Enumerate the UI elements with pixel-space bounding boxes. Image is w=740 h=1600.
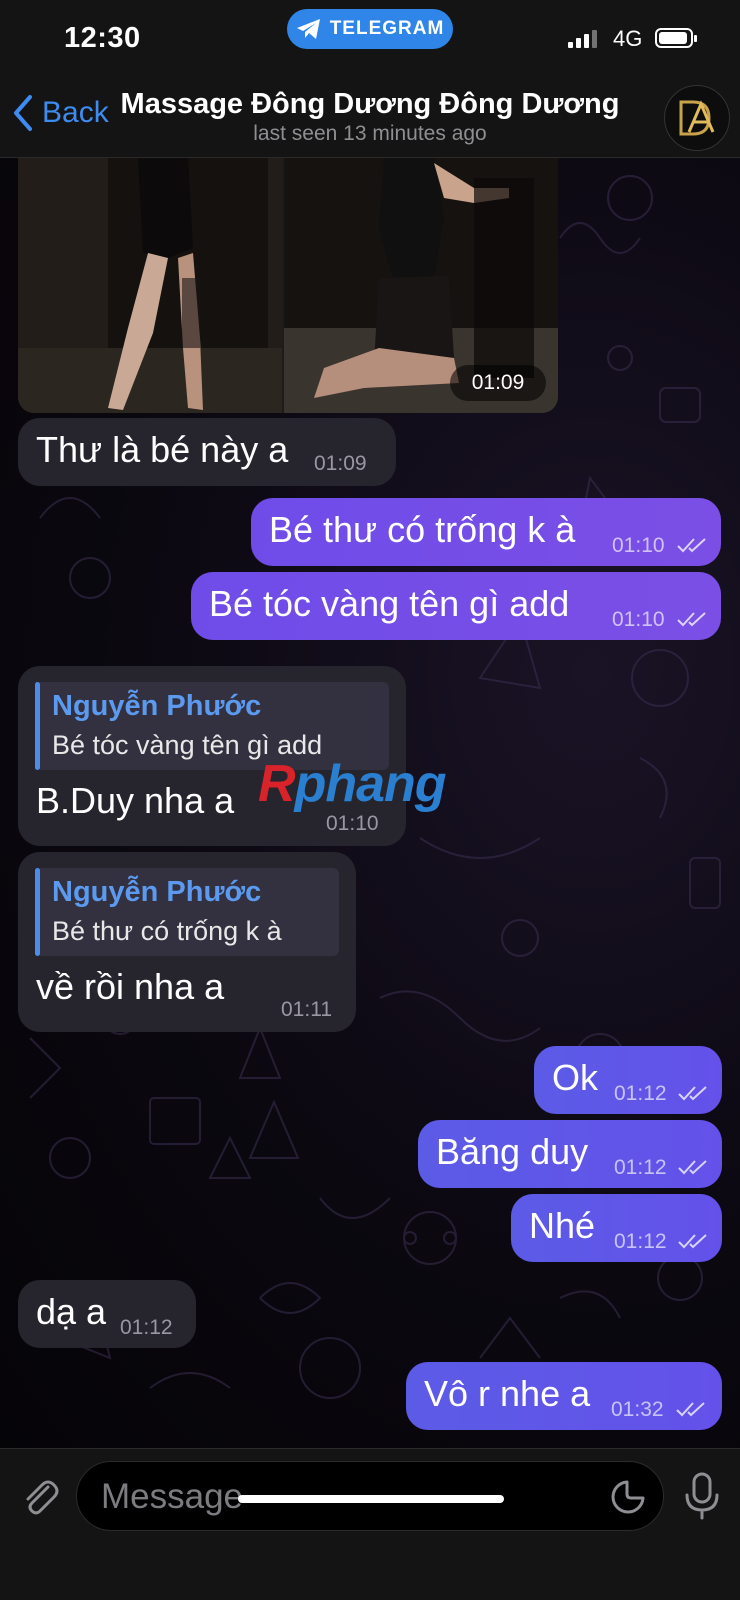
back-label: Back <box>42 96 109 129</box>
message-bubble-outgoing[interactable]: Bé thư có trống k à 01:10 <box>251 498 721 566</box>
last-seen-status: last seen 13 minutes ago <box>253 122 487 145</box>
message-bubble-incoming-reply[interactable]: Nguyễn Phước Bé thư có trống k à về rồi … <box>18 852 356 1032</box>
message-text: Bé thư có trống k à <box>269 509 576 550</box>
message-bubble-outgoing[interactable]: Ok 01:12 <box>534 1046 722 1114</box>
message-text: dạ a <box>36 1291 107 1332</box>
message-text: B.Duy nha a <box>36 780 235 821</box>
message-text: Băng duy <box>436 1131 589 1172</box>
logo-icon <box>679 100 715 136</box>
paperclip-icon[interactable] <box>18 1475 62 1519</box>
double-check-icon <box>678 1086 707 1101</box>
battery-icon <box>655 28 697 48</box>
reply-quote[interactable]: Nguyễn Phước Bé thư có trống k à <box>35 868 339 956</box>
reply-accent-bar <box>35 682 40 770</box>
message-bubble-outgoing[interactable]: Băng duy 01:12 <box>418 1120 722 1188</box>
message-bubble-incoming[interactable]: dạ a 01:12 <box>18 1280 196 1348</box>
message-time: 01:10 <box>326 812 379 835</box>
message-text: Bé tóc vàng tên gì add <box>209 583 570 624</box>
sticker-icon[interactable] <box>609 1478 647 1516</box>
watermark-initial: R <box>258 755 296 813</box>
double-check-icon <box>678 1234 707 1249</box>
double-check-icon <box>676 1402 705 1417</box>
telegram-plane-icon <box>296 19 320 39</box>
reply-accent-bar <box>35 868 40 956</box>
message-time: 01:12 <box>614 1156 667 1179</box>
status-bar: 12:30 TELEGRAM 4G <box>0 0 740 80</box>
double-check-icon <box>677 538 706 553</box>
chevron-left-icon <box>14 95 32 131</box>
reply-sender-name: Nguyễn Phước <box>52 876 262 908</box>
clock: 12:30 <box>64 22 141 54</box>
double-check-icon <box>677 612 706 627</box>
message-time: 01:09 <box>314 452 367 475</box>
message-text: Thư là bé này a <box>36 429 289 470</box>
message-bubble-outgoing[interactable]: Vô r nhe a 01:32 <box>406 1362 722 1430</box>
message-text: Ok <box>552 1057 599 1098</box>
return-to-telegram-pill[interactable]: TELEGRAM <box>287 9 453 49</box>
message-time: 01:10 <box>612 608 665 631</box>
chat-title[interactable]: Massage Đông Dương Đông Dương <box>120 88 620 121</box>
network-label: 4G <box>613 26 643 51</box>
microphone-icon[interactable] <box>682 1471 722 1521</box>
message-time: 01:12 <box>614 1082 667 1105</box>
home-indicator <box>238 1495 504 1503</box>
signal-icon <box>568 30 597 48</box>
back-button[interactable]: Back <box>12 94 109 132</box>
message-time: 01:10 <box>612 534 665 557</box>
message-bubble-incoming[interactable]: Thư là bé này a 01:09 <box>18 418 396 486</box>
double-check-icon <box>678 1160 707 1175</box>
message-text: Vô r nhe a <box>424 1373 591 1414</box>
app-pill-label: TELEGRAM <box>329 18 445 39</box>
message-text: Nhé <box>529 1205 596 1246</box>
photo-left[interactable] <box>18 158 282 413</box>
reply-sender-name: Nguyễn Phước <box>52 690 262 722</box>
avatar[interactable] <box>664 85 730 151</box>
message-text: về rồi nha a <box>36 966 225 1007</box>
reply-quoted-text: Bé thư có trống k à <box>52 916 282 946</box>
watermark-logo: Rphang <box>258 754 447 814</box>
message-bubble-outgoing[interactable]: Nhé 01:12 <box>511 1194 722 1262</box>
watermark-rest: phang <box>294 755 447 813</box>
message-bubble-outgoing[interactable]: Bé tóc vàng tên gì add 01:10 <box>191 572 721 640</box>
message-time: 01:12 <box>614 1230 667 1253</box>
message-time: 01:11 <box>281 998 332 1021</box>
compose-bar <box>0 1448 740 1600</box>
chat-header: Back Massage Đông Dương Đông Dương last … <box>0 80 740 158</box>
media-timestamp: 01:09 <box>450 365 546 401</box>
message-time: 01:32 <box>611 1398 664 1421</box>
message-time: 01:12 <box>120 1316 173 1339</box>
